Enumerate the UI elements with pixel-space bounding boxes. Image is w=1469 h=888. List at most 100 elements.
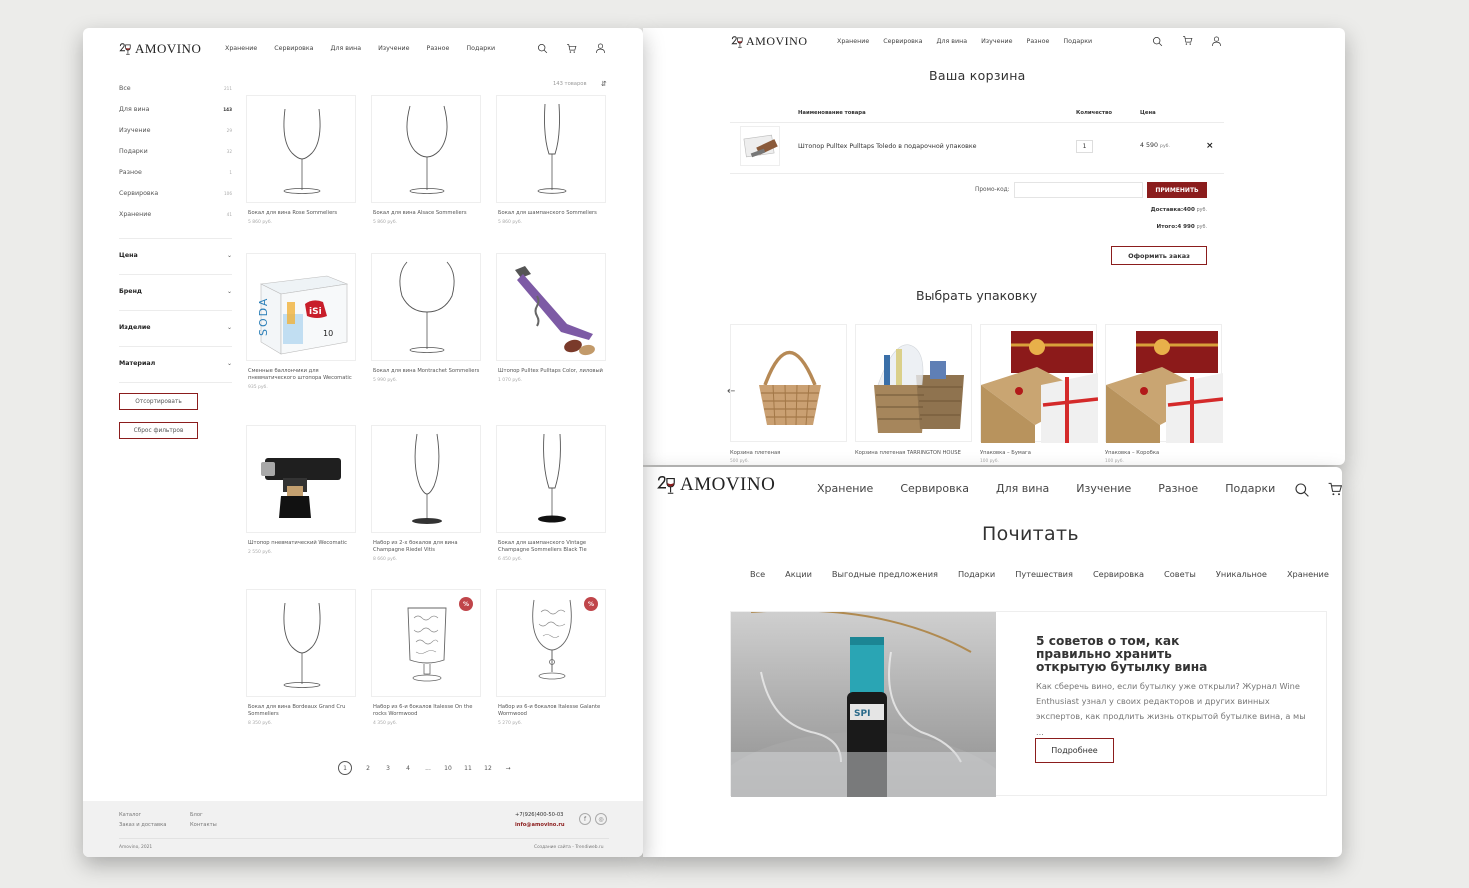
nav-item-serving[interactable]: Сервировка [900, 482, 969, 495]
nav-item-wine[interactable]: Для вина [996, 482, 1049, 495]
read-more-button[interactable]: Подробнее [1035, 738, 1114, 763]
nav-item-wine[interactable]: Для вина [331, 45, 362, 52]
nav-item-misc[interactable]: Разное [1027, 38, 1050, 45]
search-icon[interactable] [1152, 36, 1163, 47]
tag-link[interactable]: Подарки [958, 569, 995, 579]
product-image[interactable]: % [371, 589, 481, 697]
page-current[interactable]: 1 [338, 761, 352, 775]
product-name[interactable]: Штопор Pulltex Pulltaps Color, лиловый [496, 368, 606, 375]
search-icon[interactable] [537, 43, 548, 54]
article-image[interactable]: SPI [731, 612, 996, 797]
tag-link[interactable]: Хранение [1287, 569, 1329, 579]
checkout-button[interactable]: Оформить заказ [1111, 246, 1207, 265]
cart-icon[interactable] [1327, 481, 1342, 497]
category-item[interactable]: Хранение 41 [119, 211, 232, 232]
packaging-name[interactable]: Упаковка – Бумага [980, 450, 1097, 457]
tag-link[interactable]: Сервировка [1093, 569, 1144, 579]
product-image[interactable] [371, 425, 481, 533]
reset-filters-button[interactable]: Сброс фильтров [119, 422, 198, 439]
packaging-image[interactable] [855, 324, 972, 442]
remove-item-icon[interactable]: × [1206, 141, 1214, 151]
product-card[interactable]: Бокал для вина Alsace Sommeliers 5 860 р… [371, 95, 481, 225]
product-card[interactable]: Бокал для шампанского Vintage Champagne … [496, 425, 606, 562]
footer-link-catalog[interactable]: Каталог [119, 812, 141, 818]
footer-email[interactable]: info@amovino.ru [515, 822, 565, 828]
product-name[interactable]: Бокал для шампанского Vintage Champagne … [496, 540, 606, 554]
product-image[interactable] [496, 425, 606, 533]
category-item[interactable]: Для вина 143 [119, 106, 232, 127]
packaging-name[interactable]: Корзина плетеная TARRINGTON HOUSE [855, 450, 972, 457]
nav-item-gifts[interactable]: Подарки [1063, 38, 1092, 45]
product-card[interactable]: SODA iSi 10 Сменные баллончики для пневм… [246, 253, 356, 390]
nav-item-learning[interactable]: Изучение [1076, 482, 1131, 495]
nav-item-storage[interactable]: Хранение [837, 38, 869, 45]
product-name[interactable]: Сменные баллончики для пневматического ш… [246, 368, 356, 382]
nav-item-gifts[interactable]: Подарки [1225, 482, 1275, 495]
user-icon[interactable] [595, 42, 606, 54]
footer-link-blog[interactable]: Блог [190, 812, 203, 818]
page-link[interactable]: 10 [438, 765, 458, 772]
product-name[interactable]: Бокал для вина Rose Sommeliers [246, 210, 356, 217]
nav-item-serving[interactable]: Сервировка [274, 45, 313, 52]
footer-link-delivery[interactable]: Заказ и доставка [119, 822, 166, 828]
logo[interactable]: AMOVINO [655, 474, 775, 496]
quantity-input[interactable]: 1 [1076, 140, 1093, 153]
nav-item-learning[interactable]: Изучение [981, 38, 1012, 45]
user-icon[interactable] [1211, 35, 1222, 47]
promo-code-input[interactable] [1014, 182, 1143, 198]
logo[interactable]: AMOVINO [730, 34, 808, 49]
nav-item-misc[interactable]: Разное [427, 45, 450, 52]
product-card[interactable]: Бокал для шампанского Sommeliers 5 860 р… [496, 95, 606, 225]
logo[interactable]: AMOVINO [118, 41, 201, 57]
product-card[interactable]: Бокал для вина Rose Sommeliers 5 860 руб… [246, 95, 356, 225]
footer-phone[interactable]: +7(926)400-50-03 [515, 812, 563, 818]
tag-link[interactable]: Уникальное [1216, 569, 1267, 579]
product-card[interactable]: % Набор из 6-и бокалов Italesse On the r… [371, 589, 481, 726]
product-card[interactable]: Штопор Pulltex Pulltaps Color, лиловый 1… [496, 253, 606, 383]
product-image[interactable] [246, 425, 356, 533]
nav-item-storage[interactable]: Хранение [225, 45, 257, 52]
page-link[interactable]: 3 [378, 765, 398, 772]
page-link[interactable]: 4 [398, 765, 418, 772]
packaging-image[interactable] [980, 324, 1099, 443]
article-card[interactable]: SPI 5 советов о том, как правильно храни… [730, 611, 1327, 797]
packaging-image[interactable] [1105, 324, 1224, 443]
cart-icon[interactable] [566, 43, 577, 54]
product-image[interactable]: SODA iSi 10 [246, 253, 356, 361]
packaging-image[interactable] [730, 324, 847, 442]
search-icon[interactable] [1294, 482, 1310, 498]
nav-item-storage[interactable]: Хранение [817, 482, 873, 495]
tag-link[interactable]: Все [750, 569, 765, 579]
packaging-card[interactable]: Корзина плетеная 500 руб. [730, 324, 847, 464]
sort-button[interactable]: Отсортировать [119, 393, 198, 410]
category-item[interactable]: Подарки 32 [119, 148, 232, 169]
tag-link[interactable]: Выгодные предложения [832, 569, 938, 579]
packaging-card[interactable]: Корзина плетеная TARRINGTON HOUSE [855, 324, 972, 459]
packaging-name[interactable]: Корзина плетеная [730, 450, 847, 457]
cart-item-name[interactable]: Штопор Pulltex Pulltaps Toledo в подароч… [798, 143, 977, 150]
product-image[interactable] [371, 95, 481, 203]
category-item[interactable]: Сервировка 106 [119, 190, 232, 211]
cart-icon[interactable] [1182, 35, 1193, 46]
instagram-icon[interactable]: ◎ [595, 813, 607, 825]
product-image[interactable] [246, 589, 356, 697]
packaging-card[interactable]: Упаковка – Коробка 100 руб. [1105, 324, 1224, 464]
article-title[interactable]: 5 советов о том, как правильно хранить о… [1036, 635, 1226, 674]
nav-item-misc[interactable]: Разное [1158, 482, 1198, 495]
product-card[interactable]: % Набор из 6-и бокалов Italesse Galante … [496, 589, 606, 726]
site-credit[interactable]: Создание сайта - Trendiweb.ru [534, 845, 604, 850]
packaging-name[interactable]: Упаковка – Коробка [1105, 450, 1222, 457]
product-name[interactable]: Набор из 6-и бокалов Italesse Galante Wo… [496, 704, 606, 718]
product-card[interactable]: Бокал для вина Bordeaux Grand Cru Sommel… [246, 589, 356, 726]
filter-brand[interactable]: Бренд ⌄ [119, 288, 232, 295]
tag-link[interactable]: Советы [1164, 569, 1196, 579]
product-card[interactable]: Набор из 2-х бокалов для вина Champagne … [371, 425, 481, 562]
nav-item-wine[interactable]: Для вина [937, 38, 968, 45]
product-card[interactable]: Штопор пневматический Wecomatic 2 550 ру… [246, 425, 356, 555]
footer-link-contacts[interactable]: Контакты [190, 822, 217, 828]
product-image[interactable] [496, 253, 606, 361]
product-name[interactable]: Бокал для вина Bordeaux Grand Cru Sommel… [246, 704, 356, 718]
product-name[interactable]: Набор из 6-и бокалов Italesse On the roc… [371, 704, 481, 718]
product-image[interactable] [246, 95, 356, 203]
product-image[interactable] [371, 253, 481, 361]
